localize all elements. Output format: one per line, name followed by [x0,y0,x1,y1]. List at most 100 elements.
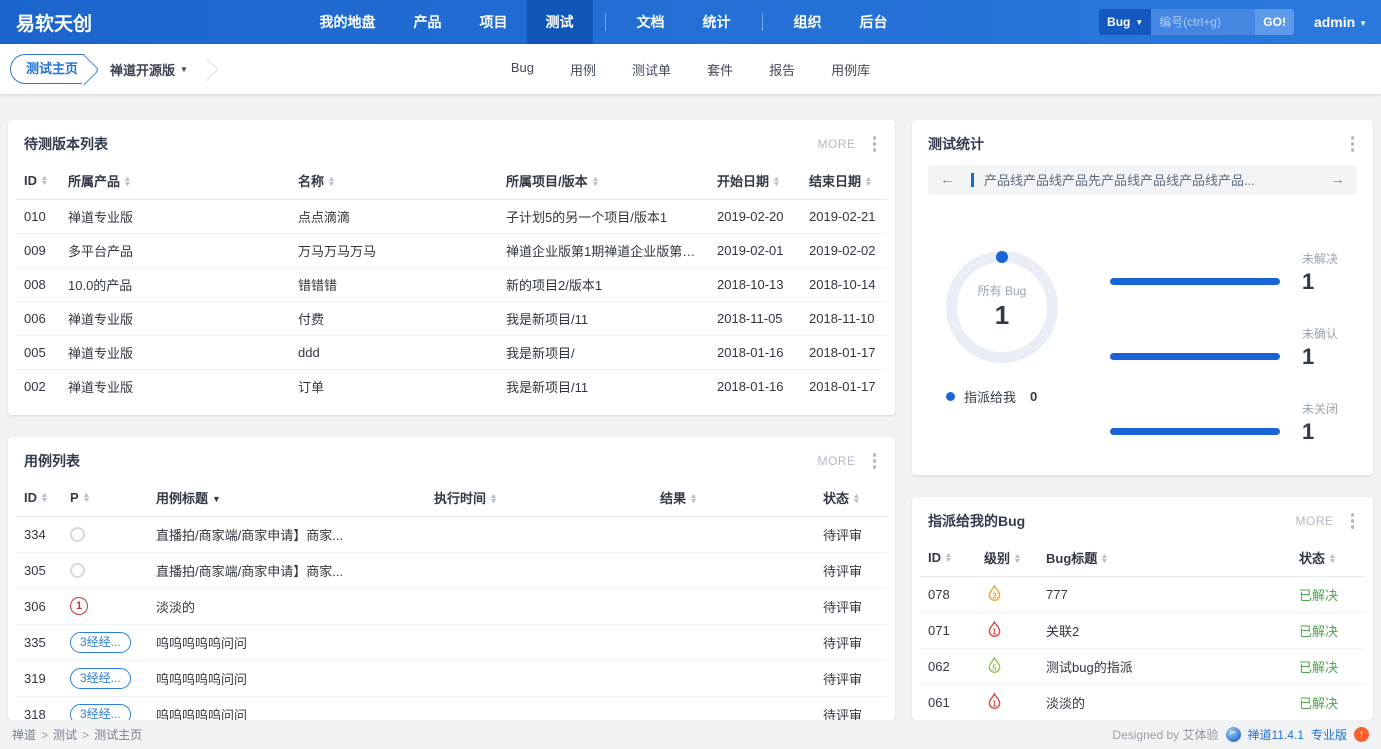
upgrade-icon[interactable]: ↑ [1354,727,1369,742]
cell-name[interactable]: 订单 [290,369,498,403]
cell-case-title[interactable]: 呜呜呜呜呜问问 [148,660,426,696]
vendor-link[interactable]: 艾体验 [1182,728,1218,742]
user-menu[interactable]: admin ▼ [1314,14,1367,30]
edition-link[interactable]: 专业版 [1311,726,1347,743]
nav-item[interactable]: 项目 [461,0,527,44]
kebab-menu-icon[interactable] [870,133,880,155]
column-header[interactable]: 结束日期▲▼ [801,163,887,200]
cell-id: 062 [920,648,976,684]
nav-item[interactable]: 后台 [841,0,907,44]
table-row[interactable]: 078 3 777 已解决 [920,576,1365,612]
product-name[interactable]: 产品线产品线产品先产品线产品线产品线产品... [984,170,1320,189]
nav-item[interactable]: 测试 [527,0,593,44]
column-header[interactable]: 执行时间▲▼ [426,480,652,517]
table-row[interactable]: 061 1 淡淡的 已解决 [920,684,1365,720]
module-tab[interactable]: 用例库 [831,60,870,79]
nav-item[interactable]: 统计 [684,0,750,44]
kebab-menu-icon[interactable] [1348,510,1358,532]
nav-item[interactable]: 组织 [775,0,841,44]
go-button[interactable]: GO! [1255,9,1294,35]
module-tab[interactable]: 测试单 [632,60,671,79]
cell-project-build: 我是新项目/ [498,335,709,369]
table-row[interactable]: 062 5 测试bug的指派 已解决 [920,648,1365,684]
bar-label: 未解决 [1302,250,1338,267]
footer-breadcrumb-item[interactable]: 禅道 [12,726,36,743]
column-header[interactable]: 结果▲▼ [652,480,815,517]
table-row[interactable]: 006禅道专业版付费我是新项目/112018-11-052018-11-10 [16,301,887,335]
cell-name[interactable]: ddd [290,335,498,369]
table-row[interactable]: 002禅道专业版订单我是新项目/112018-01-162018-01-17 [16,369,887,403]
table-row[interactable]: 010禅道专业版点点滴滴子计划5的另一个项目/版本12019-02-202019… [16,199,887,233]
table-row[interactable]: 318 3经经... 呜呜呜呜呜问问 待评审 [16,696,887,720]
module-tab[interactable]: 用例 [570,60,596,79]
table-row[interactable]: 005禅道专业版ddd我是新项目/2018-01-162018-01-17 [16,335,887,369]
column-header[interactable]: Bug标题▲▼ [1038,540,1291,577]
table-row[interactable]: 334 直播拍/商家端/商家申请】商家... 待评审 [16,516,887,552]
username: admin [1314,14,1355,30]
column-header[interactable]: 用例标题▼ [148,480,426,517]
cell-status: 待评审 [815,516,887,552]
cell-name[interactable]: 付费 [290,301,498,335]
cell-case-title[interactable]: 直播拍/商家端/商家申请】商家... [148,516,426,552]
column-header[interactable]: ID▲▼ [920,540,976,577]
product-selector[interactable]: 禅道开源版 ▼ [110,60,188,79]
table-row[interactable]: 071 1 关联2 已解决 [920,612,1365,648]
module-tab[interactable]: 套件 [707,60,733,79]
kebab-menu-icon[interactable] [870,450,880,472]
column-header[interactable]: ID▲▼ [16,163,60,200]
column-header[interactable]: 所属产品▲▼ [60,163,290,200]
cell-case-title[interactable]: 直播拍/商家端/商家申请】商家... [148,552,426,588]
nav-item[interactable]: 产品 [395,0,461,44]
cell-status: 已解决 [1291,576,1365,612]
bar-meta: 未确认 1 [1302,325,1338,368]
table-row[interactable]: 319 3经经... 呜呜呜呜呜问问 待评审 [16,660,887,696]
cell-name[interactable]: 错错错 [290,267,498,301]
column-header[interactable]: 所属项目/版本▲▼ [498,163,709,200]
cell-case-title[interactable]: 呜呜呜呜呜问问 [148,624,426,660]
prev-product-arrow-icon[interactable]: ← [940,172,955,187]
more-link[interactable]: MORE [1296,514,1334,528]
footer-breadcrumb-item[interactable]: 测试 [53,726,77,743]
kebab-menu-icon[interactable] [1348,133,1358,155]
column-header[interactable]: 状态▲▼ [1291,540,1365,577]
footer-breadcrumb-item[interactable]: 测试主页 [94,726,142,743]
column-header[interactable]: 级别▲▼ [976,540,1038,577]
table-row[interactable]: 306 1 淡淡的 待评审 [16,588,887,624]
cell-bug-title[interactable]: 淡淡的 [1038,684,1291,720]
search-input[interactable] [1151,9,1255,35]
column-header[interactable]: P▲▼ [62,480,148,517]
column-header[interactable]: ID▲▼ [16,480,62,517]
panel-title: 测试统计 [928,134,1334,154]
cell-status: 待评审 [815,588,887,624]
cell-name[interactable]: 万马万马万马 [290,233,498,267]
nav-item[interactable]: 我的地盘 [301,0,395,44]
module-tabs: Bug 用例 测试单 套件 报告 用例库 [511,60,870,79]
more-link[interactable]: MORE [818,137,856,151]
table-row[interactable]: 00810.0的产品错错错新的项目2/版本12018-10-132018-10-… [16,267,887,301]
column-header[interactable]: 开始日期▲▼ [709,163,801,200]
cell-bug-title[interactable]: 777 [1038,576,1291,612]
cell-case-title[interactable]: 呜呜呜呜呜问问 [148,696,426,720]
cell-name[interactable]: 点点滴滴 [290,199,498,233]
cell-case-title[interactable]: 淡淡的 [148,588,426,624]
cell-bug-title[interactable]: 关联2 [1038,612,1291,648]
zentao-logo-icon[interactable] [1226,727,1241,742]
table-row[interactable]: 305 直播拍/商家端/商家申请】商家... 待评审 [16,552,887,588]
brand-logo[interactable]: 易软天创 [0,9,108,36]
version-link[interactable]: 禅道11.4.1 [1248,726,1304,743]
table-row[interactable]: 335 3经经... 呜呜呜呜呜问问 待评审 [16,624,887,660]
cell-bug-title[interactable]: 测试bug的指派 [1038,648,1291,684]
search-type-dropdown[interactable]: Bug ▼ [1099,9,1151,35]
module-tab[interactable]: 报告 [769,60,795,79]
more-link[interactable]: MORE [818,454,856,468]
chevron-down-icon: ▼ [1359,19,1367,28]
cell-product: 10.0的产品 [60,267,290,301]
breadcrumb-test-home[interactable]: 测试主页 [10,54,84,84]
column-header[interactable]: 状态▲▼ [815,480,887,517]
nav-item[interactable]: 文档 [618,0,684,44]
table-row[interactable]: 009多平台产品万马万马万马禅道企业版第1期禅道企业版第1期2019-02-01… [16,233,887,267]
column-header[interactable]: 名称▲▼ [290,163,498,200]
bar-row: 未解决 1 [1110,243,1349,294]
next-product-arrow-icon[interactable]: → [1330,172,1345,187]
module-tab[interactable]: Bug [511,60,534,79]
